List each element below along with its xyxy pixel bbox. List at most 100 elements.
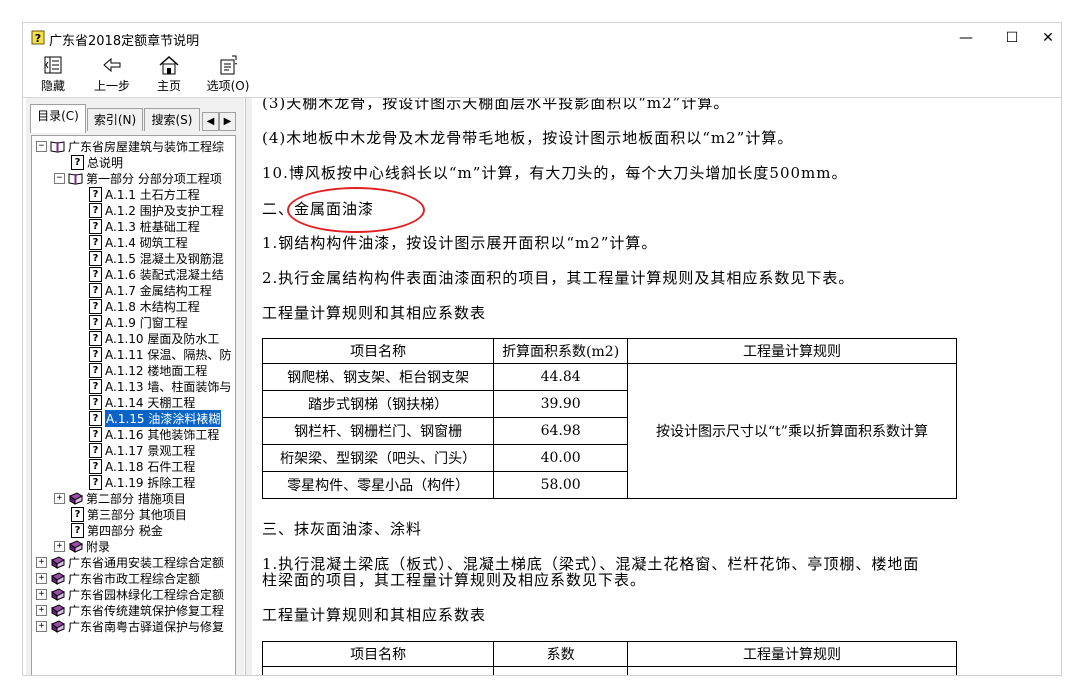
tree-node-section[interactable]: ? A.1.7 金属结构工程 xyxy=(89,282,212,298)
tree-node-section[interactable]: ? A.1.11 保温、隔热、防 xyxy=(89,346,231,362)
back-button[interactable]: 上一步 xyxy=(89,55,135,95)
column-header: 折算面积系数(m2) xyxy=(493,338,628,364)
table-cell-name: 踏步式钢梯（钢扶梯） xyxy=(261,390,495,418)
tree-node-section[interactable]: ? A.1.1 土石方工程 xyxy=(89,186,200,202)
help-topic-icon: ? xyxy=(89,362,102,378)
table-caption: 工程量计算规则和其相应系数表 xyxy=(262,304,487,322)
tree-node-part1[interactable]: − 第一部分 分部分项工程项 xyxy=(54,170,222,186)
tree-label: A.1.6 装配式混凝土结 xyxy=(105,267,224,282)
expand-icon[interactable]: + xyxy=(36,620,47,632)
close-button[interactable]: ✕ xyxy=(1035,23,1061,53)
table-cell-coefficient: 44.84 xyxy=(493,363,628,391)
help-topic-icon: ? xyxy=(89,282,102,298)
toolbar: 隐藏 上一步 主页 选项(O) xyxy=(23,53,1061,98)
tree-label: 总说明 xyxy=(87,155,124,170)
tree-node-volume[interactable]: + 广东省通用安装工程综合定额 xyxy=(36,554,224,570)
tree-node-section[interactable]: ? A.1.10 屋面及防水工 xyxy=(89,330,219,346)
tree-node-section[interactable]: ? A.1.6 装配式混凝土结 xyxy=(89,266,224,282)
tree-node-section[interactable]: ? A.1.9 门窗工程 xyxy=(89,314,188,330)
tree-label: 广东省市政工程综合定额 xyxy=(68,571,201,586)
tree-node-section[interactable]: ? A.1.18 石件工程 xyxy=(89,458,195,474)
tree-node-section[interactable]: ? A.1.16 其他装饰工程 xyxy=(89,426,219,442)
tree-node-section[interactable]: ? A.1.17 景观工程 xyxy=(89,442,195,458)
open-book-icon xyxy=(50,140,65,153)
content-line: 10.博风板按中心线斜长以“m”计算，有大刀头的，每个大刀头增加长度500mm。 xyxy=(262,164,848,182)
tab-scroll-right-button[interactable]: ▶ xyxy=(219,112,236,131)
column-header: 工程量计算规则 xyxy=(626,641,958,667)
tree-label: 广东省房屋建筑与装饰工程综 xyxy=(68,139,225,154)
hide-button[interactable]: 隐藏 xyxy=(31,55,75,95)
table-cell-name xyxy=(261,666,495,675)
tree-node-volume[interactable]: + 广东省南粤古驿道保护与修复 xyxy=(36,618,224,634)
expand-icon[interactable]: + xyxy=(36,604,47,616)
home-label: 主页 xyxy=(156,79,181,93)
tree-node-part2[interactable]: + 第二部分 措施项目 xyxy=(54,490,186,506)
tree-label: 第三部分 其他项目 xyxy=(87,507,187,522)
tree-node-section[interactable]: ? A.1.2 围护及支护工程 xyxy=(89,202,224,218)
expand-icon[interactable]: + xyxy=(54,492,65,504)
minimize-button[interactable]: — xyxy=(943,23,989,53)
tree-label: A.1.12 楼地面工程 xyxy=(105,363,208,378)
tree-label: A.1.13 墙、柱面装饰与 xyxy=(105,379,232,394)
tree-node-volume[interactable]: + 广东省园林绿化工程综合定额 xyxy=(36,586,224,602)
closed-book-icon xyxy=(51,587,65,601)
coefficient-table-2: 项目名称 系数 工程量计算规则 xyxy=(261,641,958,675)
expand-icon[interactable]: + xyxy=(36,556,47,568)
tree-node-section[interactable]: ? A.1.13 墙、柱面装饰与 xyxy=(89,378,231,394)
tree-node-root[interactable]: − 广东省房屋建筑与装饰工程综 xyxy=(36,138,224,154)
tree-node-section[interactable]: ? A.1.5 混凝土及钢筋混 xyxy=(89,250,224,266)
scroll-left-icon: ◀ xyxy=(206,116,215,127)
tree-node-section[interactable]: ? A.1.4 砌筑工程 xyxy=(89,234,188,250)
tree-node-section[interactable]: ? A.1.15 油漆涂料裱糊 xyxy=(89,409,222,427)
red-annotation-circle xyxy=(287,187,425,233)
tree-label: A.1.14 天棚工程 xyxy=(105,395,196,410)
coefficient-table-1: 项目名称 折算面积系数(m2) 工程量计算规则 钢爬梯、钢支架、柜台钢支架 44.84 按… xyxy=(261,338,958,499)
tree-node-section[interactable]: ? A.1.3 桩基础工程 xyxy=(89,218,200,234)
expand-icon[interactable]: + xyxy=(54,540,65,552)
table-cell-coefficient: 58.00 xyxy=(493,471,628,499)
home-button[interactable]: 主页 xyxy=(149,55,189,95)
tree-node-appendix[interactable]: + 附录 xyxy=(54,538,110,554)
tree-label: A.1.4 砌筑工程 xyxy=(105,235,188,250)
window-title: 广东省2018定额章节说明 xyxy=(49,34,200,49)
tree-label: A.1.10 屋面及防水工 xyxy=(105,331,220,346)
column-header: 工程量计算规则 xyxy=(626,338,958,364)
content-line: (4)木地板中木龙骨及木龙骨带毛地板，按设计图示地板面积以“m2”计算。 xyxy=(262,129,794,147)
column-header: 项目名称 xyxy=(261,338,495,364)
back-arrow-icon xyxy=(103,57,121,73)
column-header: 系数 xyxy=(493,641,628,667)
maximize-button[interactable]: ☐ xyxy=(989,23,1035,53)
options-button[interactable]: 选项(O) xyxy=(203,55,253,95)
tree-label: A.1.17 景观工程 xyxy=(105,443,196,458)
tree-node-section[interactable]: ? A.1.8 木结构工程 xyxy=(89,298,200,314)
tree-node-part3[interactable]: ? 第三部分 其他项目 xyxy=(71,506,187,522)
back-label: 上一步 xyxy=(93,79,130,93)
expand-icon[interactable]: + xyxy=(36,588,47,600)
collapse-icon[interactable]: − xyxy=(54,172,65,184)
expand-icon[interactable]: + xyxy=(36,572,47,584)
collapse-icon[interactable]: − xyxy=(36,140,47,152)
tab-scroll-left-button[interactable]: ◀ xyxy=(202,112,219,131)
tree-node-section[interactable]: ? A.1.12 楼地面工程 xyxy=(89,362,207,378)
tree-node-volume[interactable]: + 广东省传统建筑保护修复工程 xyxy=(36,602,224,618)
tree-node-section[interactable]: ? A.1.19 拆除工程 xyxy=(89,474,195,490)
tree-node-summary[interactable]: ? 总说明 xyxy=(71,154,123,170)
help-topic-icon: ? xyxy=(89,378,102,394)
table-header-row: 项目名称 折算面积系数(m2) 工程量计算规则 xyxy=(261,338,958,364)
tab-search[interactable]: 搜索(S) xyxy=(144,108,200,131)
pane-splitter[interactable] xyxy=(245,98,252,675)
tab-contents[interactable]: 目录(C) xyxy=(30,104,86,133)
closed-book-icon xyxy=(69,491,83,505)
tree-label: A.1.7 金属结构工程 xyxy=(105,283,212,298)
tree-node-part4[interactable]: ? 第四部分 税金 xyxy=(71,522,163,538)
help-topic-icon: ? xyxy=(89,426,102,442)
closed-book-icon xyxy=(51,555,65,569)
tree-label: 广东省传统建筑保护修复工程 xyxy=(68,603,225,618)
scroll-right-icon: ▶ xyxy=(223,116,232,127)
tree-label: A.1.18 石件工程 xyxy=(105,459,196,474)
tree-node-section[interactable]: ? A.1.14 天棚工程 xyxy=(89,394,195,410)
options-icon xyxy=(220,55,237,75)
tab-index[interactable]: 索引(N) xyxy=(87,108,143,131)
tree-node-volume[interactable]: + 广东省市政工程综合定额 xyxy=(36,570,200,586)
content-line: 1.钢结构构件油漆，按设计图示展开面积以“m2”计算。 xyxy=(262,234,658,252)
